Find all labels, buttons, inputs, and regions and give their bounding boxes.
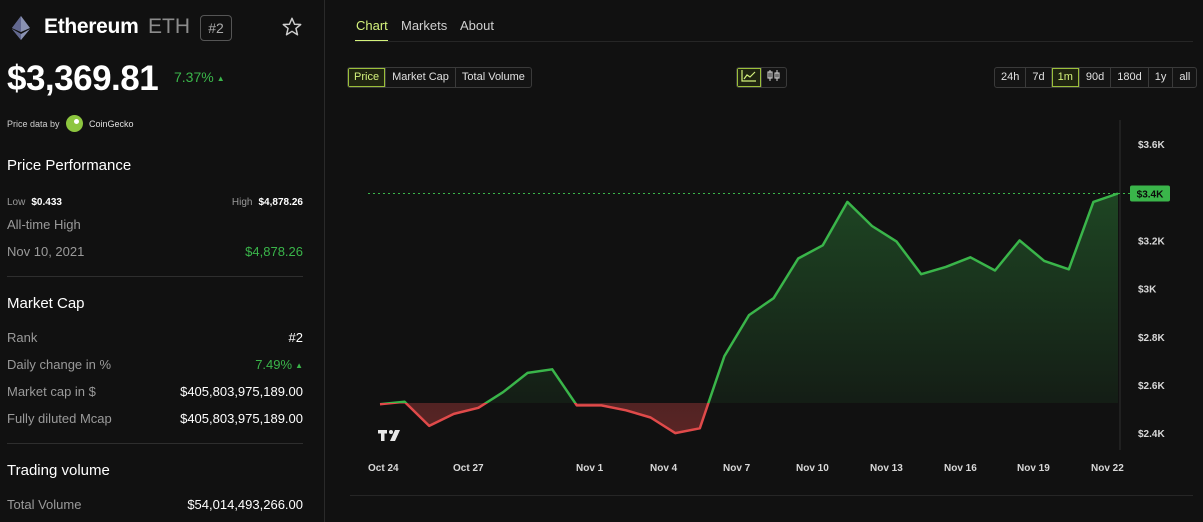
time-range-selector: 24h 7d 1m 90d 180d 1y all [994, 67, 1198, 88]
high-price: High $4,878.26 [231, 197, 303, 208]
price-chart[interactable]: $3.6K $3.4K $3.2K $3K $2.8K $2.6K $2.4K Oct 24… [360, 110, 1203, 500]
price-performance-title: Price Performance [7, 157, 132, 174]
price-data-label: Price data by [7, 119, 60, 129]
x-tick-label: Oct 27 [453, 463, 484, 474]
line-chart-button[interactable] [737, 68, 762, 87]
divider [7, 276, 303, 277]
ethereum-logo-icon [12, 16, 30, 40]
range-7d-button[interactable]: 7d [1026, 68, 1052, 87]
y-tick-label: $3.6K [1138, 140, 1165, 151]
y-tick-label: $2.6K [1138, 381, 1165, 392]
total-volume-value: $54,014,493,266.00 [187, 497, 303, 512]
y-tick-label: $2.4K [1138, 429, 1165, 440]
up-arrow-icon: ▲ [216, 74, 225, 83]
line-chart-icon [741, 70, 756, 82]
coin-name: Ethereum [44, 15, 139, 38]
chart-type-selector [736, 67, 787, 88]
rank-value: #2 [288, 330, 303, 345]
tab-chart[interactable]: Chart [356, 18, 388, 33]
tradingview-logo-icon [378, 430, 400, 441]
candlestick-icon [767, 70, 780, 81]
range-all-button[interactable]: all [1173, 68, 1196, 87]
price-button[interactable]: Price [348, 68, 387, 87]
market-cap-button[interactable]: Market Cap [386, 68, 456, 87]
y-tick-label: $3.2K [1138, 236, 1165, 247]
x-tick-label: Nov 19 [1017, 463, 1050, 474]
tab-about[interactable]: About [460, 18, 494, 33]
x-tick-label: Nov 7 [723, 463, 751, 474]
x-tick-label: Nov 10 [796, 463, 829, 474]
x-tick-label: Nov 22 [1091, 463, 1124, 474]
fdv-value: $405,803,975,189.00 [180, 411, 303, 426]
price-source-link[interactable]: CoinGecko [89, 119, 134, 129]
price-change: 7.37% ▲ [174, 69, 225, 85]
ath-label: All-time High [7, 217, 81, 232]
low-price: Low $0.433 [7, 197, 62, 208]
chart-bottom-border [350, 495, 1193, 496]
fdv-label: Fully diluted Mcap [7, 411, 112, 426]
daily-change-value: 7.49% ▲ [255, 357, 303, 372]
total-volume-button[interactable]: Total Volume [456, 68, 531, 87]
range-1y-button[interactable]: 1y [1149, 68, 1174, 87]
up-arrow-icon: ▲ [295, 361, 303, 370]
range-90d-button[interactable]: 90d [1080, 68, 1112, 87]
range-180d-button[interactable]: 180d [1111, 68, 1149, 87]
ath-date: Nov 10, 2021 [7, 244, 85, 259]
tab-markets[interactable]: Markets [401, 18, 447, 33]
tabs-divider [355, 41, 1193, 42]
market-cap-title: Market Cap [7, 295, 85, 312]
current-price-marker: $3.4K [1130, 185, 1170, 202]
x-tick-label: Nov 13 [870, 463, 903, 474]
star-icon[interactable] [281, 16, 303, 38]
candlestick-chart-button[interactable] [762, 68, 786, 87]
trading-volume-title: Trading volume [7, 462, 110, 479]
rank-badge: #2 [200, 15, 232, 41]
x-tick-label: Nov 16 [944, 463, 977, 474]
y-tick-label: $3K [1138, 285, 1157, 296]
coin-info-panel: Ethereum ETH #2 $3,369.81 7.37% ▲ Price d… [0, 0, 325, 522]
svg-text:$3.4K: $3.4K [1137, 189, 1164, 200]
x-tick-label: Oct 24 [368, 463, 399, 474]
coingecko-logo-icon [66, 115, 83, 132]
metric-selector: Price Market Cap Total Volume [347, 67, 532, 88]
x-tick-label: Nov 4 [650, 463, 678, 474]
ath-value: $4,878.26 [245, 244, 303, 259]
divider [7, 443, 303, 444]
mcap-label: Market cap in $ [7, 384, 96, 399]
x-tick-label: Nov 1 [576, 463, 604, 474]
area-fill-up [380, 193, 1118, 404]
rank-label: Rank [7, 330, 38, 345]
current-price: $3,369.81 [7, 59, 159, 98]
coin-symbol: ETH [148, 15, 190, 38]
total-volume-label: Total Volume [7, 497, 82, 512]
range-1m-button[interactable]: 1m [1051, 68, 1080, 87]
range-24h-button[interactable]: 24h [995, 68, 1027, 87]
mcap-value: $405,803,975,189.00 [180, 384, 303, 399]
y-tick-label: $2.8K [1138, 333, 1165, 344]
daily-change-label: Daily change in % [7, 357, 112, 372]
